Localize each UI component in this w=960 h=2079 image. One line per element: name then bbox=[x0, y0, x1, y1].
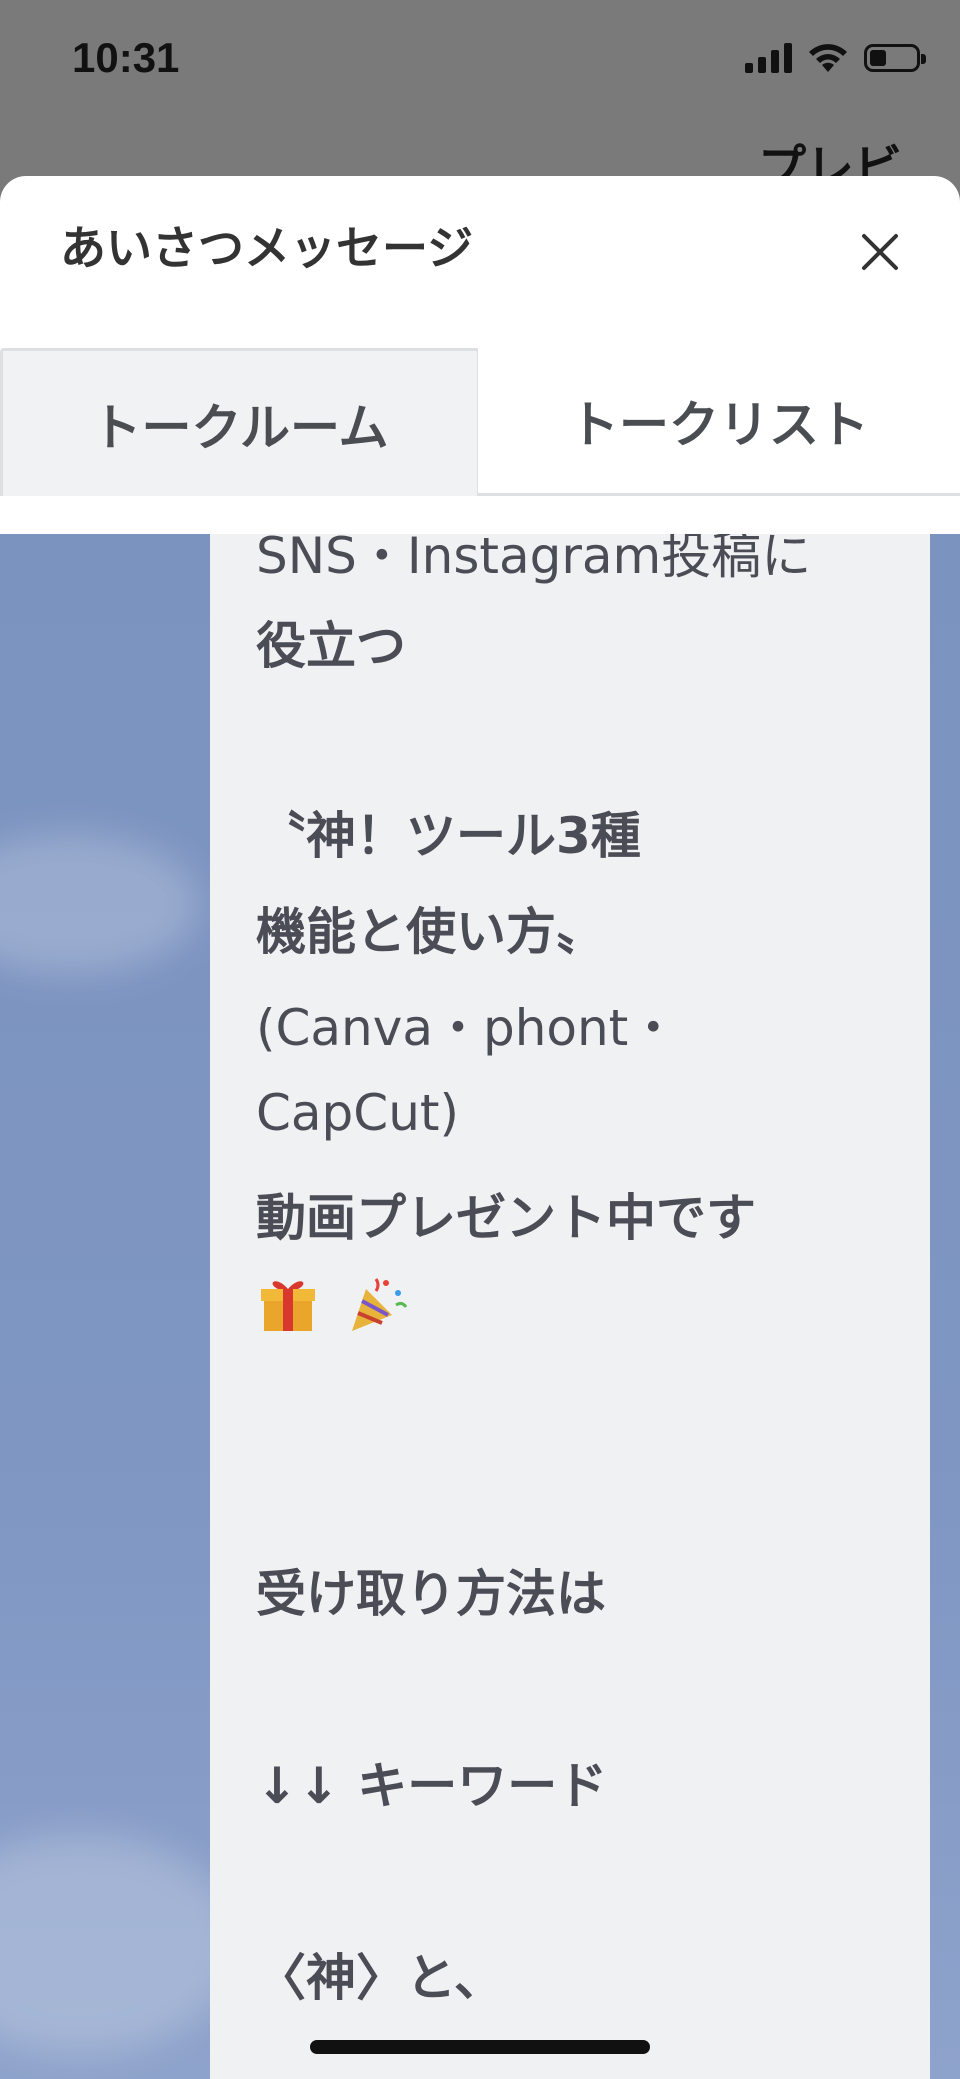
message-line: (Canva・phont・ bbox=[256, 999, 679, 1057]
message-line: 〈神〉と、 bbox=[256, 1949, 504, 2007]
close-button[interactable] bbox=[844, 216, 916, 288]
status-time: 10:31 bbox=[72, 34, 180, 81]
wifi-icon bbox=[809, 44, 847, 72]
tab-talk-list[interactable]: トークリスト bbox=[478, 348, 960, 496]
emoji-line bbox=[256, 1270, 420, 1335]
gift-emoji-icon bbox=[261, 1280, 315, 1331]
message-line: ↓↓ キーワード bbox=[256, 1757, 608, 1815]
tab-bar: トークルーム トークリスト bbox=[0, 348, 960, 498]
message-line: 受け取り方法は bbox=[256, 1565, 606, 1623]
message-bubble: SNS・Instagram投稿に 役立つ 〝神！ツール3種 機能と使い方〟 (C… bbox=[210, 534, 930, 2079]
message-line: CapCut) bbox=[256, 1084, 460, 1142]
message-line: 動画プレゼント中です bbox=[256, 1189, 756, 1247]
greeting-message-sheet: あいさつメッセージ トークルーム トークリスト SNS・Instagram投稿に… bbox=[0, 176, 960, 2079]
screen: 10:31 プレビ あいさつメッセージ トークルーム トークリスト SNS・In… bbox=[0, 0, 960, 2079]
tab-talk-room[interactable]: トークルーム bbox=[0, 348, 480, 496]
status-icons bbox=[745, 42, 926, 74]
sheet-title: あいさつメッセージ bbox=[60, 221, 474, 275]
party-popper-emoji-icon bbox=[351, 1277, 408, 1331]
sheet-header: あいさつメッセージ bbox=[0, 176, 960, 346]
message-line: SNS・Instagram投稿に bbox=[256, 534, 812, 585]
message-line: 機能と使い方〟 bbox=[256, 903, 606, 961]
message-line: 〝神！ツール3種 bbox=[256, 807, 641, 865]
status-bar: 10:31 bbox=[0, 0, 960, 120]
message-line: 役立つ bbox=[256, 617, 406, 675]
background-cloud bbox=[0, 834, 200, 974]
chat-preview: SNS・Instagram投稿に 役立つ 〝神！ツール3種 機能と使い方〟 (C… bbox=[0, 534, 960, 2079]
cellular-signal-icon bbox=[745, 43, 792, 73]
home-indicator[interactable] bbox=[310, 2040, 650, 2054]
background-cloud bbox=[0, 1834, 240, 2054]
close-icon bbox=[862, 234, 898, 270]
battery-icon bbox=[864, 44, 926, 72]
